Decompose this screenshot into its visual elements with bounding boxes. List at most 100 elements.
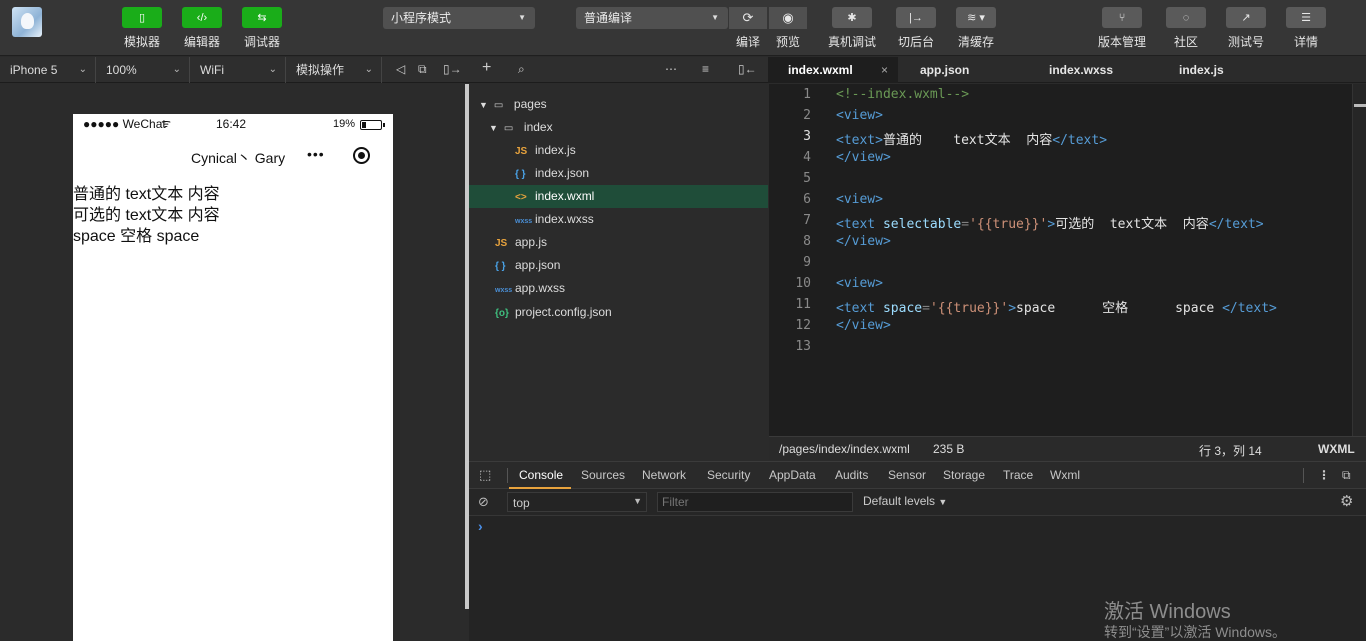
device-select[interactable]: iPhone 5 ⌄ [0, 57, 96, 83]
mode-select[interactable]: 小程序模式 ▼ [383, 7, 535, 29]
line-number: 7 [803, 213, 811, 228]
tree-folder-pages[interactable]: ▼ ▭ pages [479, 93, 768, 116]
compile-label: 编译 [735, 35, 760, 49]
console-prompt[interactable]: › [478, 518, 483, 534]
tab-index-js[interactable]: index.js [1179, 57, 1224, 83]
debug-icon: ⇆ [257, 12, 267, 24]
remote-debug-label: 真机调试 [827, 35, 876, 49]
code-string: '{{true}}' [929, 301, 1009, 316]
tab-storage[interactable]: Storage [943, 468, 985, 482]
community-button[interactable]: ◌ [1166, 7, 1206, 28]
background-button[interactable]: |→ [896, 7, 936, 28]
code-line: <view> [836, 276, 883, 291]
refresh-icon: ⟳ [742, 10, 754, 25]
tab-sources[interactable]: Sources [581, 468, 625, 482]
devtools-window: ▯ 模拟器 ‹/› 编辑器 ⇆ 调试器 小程序模式 ▼ 普通编译 ▼ ⟳ 编译 … [0, 0, 1366, 641]
tree-file-app-wxss[interactable]: wxss app.wxss [495, 277, 768, 300]
tab-console[interactable]: Console [519, 468, 563, 482]
tab-index-wxml[interactable]: index.wxml × [768, 57, 898, 83]
scroll-thumb[interactable] [1354, 104, 1366, 107]
main-toolbar: ▯ 模拟器 ‹/› 编辑器 ⇆ 调试器 小程序模式 ▼ 普通编译 ▼ ⟳ 编译 … [0, 0, 1366, 56]
tree-file-index-wxml[interactable]: <> index.wxml [469, 185, 768, 208]
kebab-menu-icon[interactable]: ⋮ [1318, 468, 1330, 482]
tree-file-project-config[interactable]: {o} project.config.json [495, 301, 768, 324]
network-select[interactable]: WiFi ⌄ [190, 57, 286, 83]
version-button[interactable]: ⑂ [1102, 7, 1142, 28]
compile-button[interactable]: ⟳ [729, 7, 767, 29]
debugger-label: 调试器 [243, 35, 280, 49]
add-icon[interactable]: + [482, 59, 491, 77]
split-icon[interactable]: ▯← [738, 62, 757, 76]
editor-toggle-button[interactable]: ‹/› [182, 7, 222, 28]
tab-sensor[interactable]: Sensor [888, 468, 926, 482]
tree-file-index-wxss[interactable]: wxss index.wxss [515, 208, 768, 231]
code-text: 普通的 text文本 内容 [882, 133, 1053, 148]
branch-icon: ⑂ [1118, 11, 1126, 24]
tree-folder-index[interactable]: ▼ ▭ index [489, 116, 768, 139]
tab-appdata[interactable]: AppData [769, 468, 816, 482]
clear-cache-button[interactable]: ≋ ▾ [956, 7, 996, 28]
tab-trace[interactable]: Trace [1003, 468, 1033, 482]
wxss-file-icon: wxss [515, 218, 533, 225]
zoom-select[interactable]: 100% ⌄ [96, 57, 190, 83]
preview-button[interactable]: ◉ [769, 7, 807, 29]
wifi-icon: ᯤ [161, 118, 172, 130]
volume-icon[interactable]: ◁ [396, 62, 405, 76]
test-account-button[interactable]: ↗ [1226, 7, 1266, 28]
inspect-icon[interactable]: ⬚ [479, 467, 491, 483]
status-carrier: ●●●●● WeChat [83, 117, 166, 131]
nav-title: Cynical丶 Gary [191, 150, 286, 166]
console-filter-input[interactable] [657, 492, 853, 512]
tree-file-index-js[interactable]: JS index.js [515, 139, 768, 162]
device-value: iPhone 5 [10, 63, 58, 77]
debugger-toggle-button[interactable]: ⇆ [242, 7, 282, 28]
window-icon[interactable]: ⧉ [418, 62, 427, 77]
share-icon: ↗ [1241, 12, 1251, 24]
tab-audits[interactable]: Audits [835, 468, 868, 482]
context-select[interactable]: top ▼ [507, 492, 647, 512]
tab-security[interactable]: Security [707, 468, 750, 482]
tab-app-json[interactable]: app.json [920, 57, 969, 83]
collapse-icon[interactable]: ≡ [702, 62, 709, 76]
details-button[interactable]: ☰ [1286, 7, 1326, 28]
tree-file-app-json[interactable]: { } app.json [495, 254, 768, 277]
compile-select[interactable]: 普通编译 ▼ [576, 7, 728, 29]
phone-screen[interactable]: ●●●●● WeChat ᯤ 16:42 19% Cynical丶 Gary •… [73, 114, 393, 641]
code-tag: </view> [836, 150, 891, 165]
log-levels-select[interactable]: Default levels ▼ [863, 494, 947, 508]
chevron-down-icon: ⌄ [78, 64, 87, 75]
code-editor[interactable]: 1 2 3 4 5 6 7 8 9 10 11 12 13 <!--index.… [769, 84, 1352, 436]
detach-icon[interactable]: ▯→ [443, 62, 462, 76]
compile-select-value: 普通编译 [584, 11, 633, 25]
tab-index-wxss[interactable]: index.wxss [1049, 57, 1113, 83]
line-number: 4 [803, 150, 811, 165]
search-icon[interactable]: ⌕ [518, 62, 525, 77]
tab-wxml[interactable]: Wxml [1050, 468, 1080, 482]
more-dots-icon[interactable]: ••• [307, 146, 325, 162]
code-tag: </view> [836, 234, 891, 249]
dock-icon[interactable]: ⧉ [1342, 468, 1351, 483]
code-string: '{{true}}' [969, 217, 1048, 232]
operation-select[interactable]: 模拟操作 ⌄ [286, 57, 382, 83]
cursor-position[interactable]: 行 3，列 14 [1199, 442, 1262, 459]
close-icon[interactable]: × [881, 57, 888, 83]
chevron-down-icon: ⌄ [172, 64, 181, 75]
clear-console-icon[interactable]: ⊘ [478, 494, 489, 510]
code-attr: selectable [882, 217, 962, 232]
remote-debug-button[interactable]: ✱ [832, 7, 872, 28]
close-capsule-icon[interactable] [353, 147, 370, 164]
code-punct: = [922, 301, 930, 316]
tab-label: index.wxss [1049, 63, 1114, 77]
editor-scrollbar[interactable] [1352, 84, 1366, 436]
tree-file-index-json[interactable]: { } index.json [515, 162, 768, 185]
status-battery-text: 19% [333, 118, 356, 130]
simulator-toggle-button[interactable]: ▯ [122, 7, 162, 28]
language-mode[interactable]: WXML [1318, 442, 1355, 456]
tab-label: app.json [920, 63, 970, 77]
tree-file-app-js[interactable]: JS app.js [495, 231, 768, 254]
context-value: top [513, 496, 530, 510]
gear-icon[interactable]: ⚙ [1340, 492, 1353, 510]
avatar[interactable] [12, 7, 42, 37]
tab-network[interactable]: Network [642, 468, 686, 482]
more-icon[interactable]: ⋯ [665, 62, 677, 76]
